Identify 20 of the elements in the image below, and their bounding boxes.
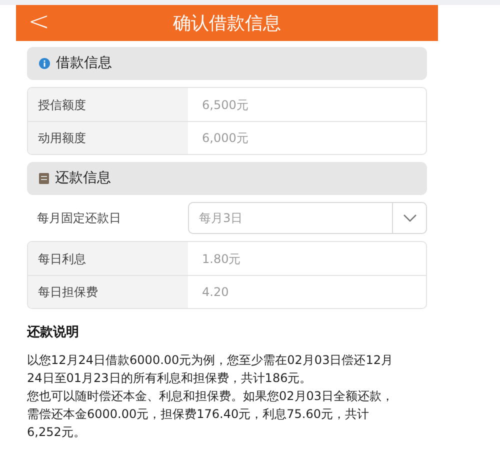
row-value: 6,500元 [201, 96, 250, 114]
note-paragraph: 您也可以随时偿还本金、利息和担保费。如果您02月03日全额还款，需偿还本金6000.00元，担保费176.40元，利息75.60元，共计6,252元。 [27, 388, 395, 440]
note-paragraph: 以您12月24日借款6000.00元为例，您至少需在02月03日偿还12月24日至01月23日的所有利息和担保费，共计186元。 [27, 352, 394, 386]
chevron-down-icon [402, 214, 416, 222]
notes-title: 还款说明 [27, 324, 80, 342]
info-icon [39, 58, 50, 69]
section-title: 借款信息 [56, 54, 112, 73]
row-value: 4.20 [201, 284, 230, 301]
row-value: 1.80元 [201, 250, 242, 268]
page-title: 确认借款信息 [173, 12, 281, 36]
row-value: 6,000元 [201, 130, 250, 147]
row-label: 每日担保费 [28, 276, 188, 308]
document-icon [39, 173, 49, 184]
section-title: 还款信息 [55, 169, 111, 188]
row-label: 动用额度 [28, 122, 188, 154]
row-label: 每日利息 [28, 242, 188, 275]
back-button[interactable]: < [28, 7, 50, 37]
row-label: 授信额度 [28, 88, 188, 121]
field-label: 每月固定还款日 [36, 210, 122, 226]
repayment-day-select[interactable]: 每月3日 [188, 202, 427, 234]
